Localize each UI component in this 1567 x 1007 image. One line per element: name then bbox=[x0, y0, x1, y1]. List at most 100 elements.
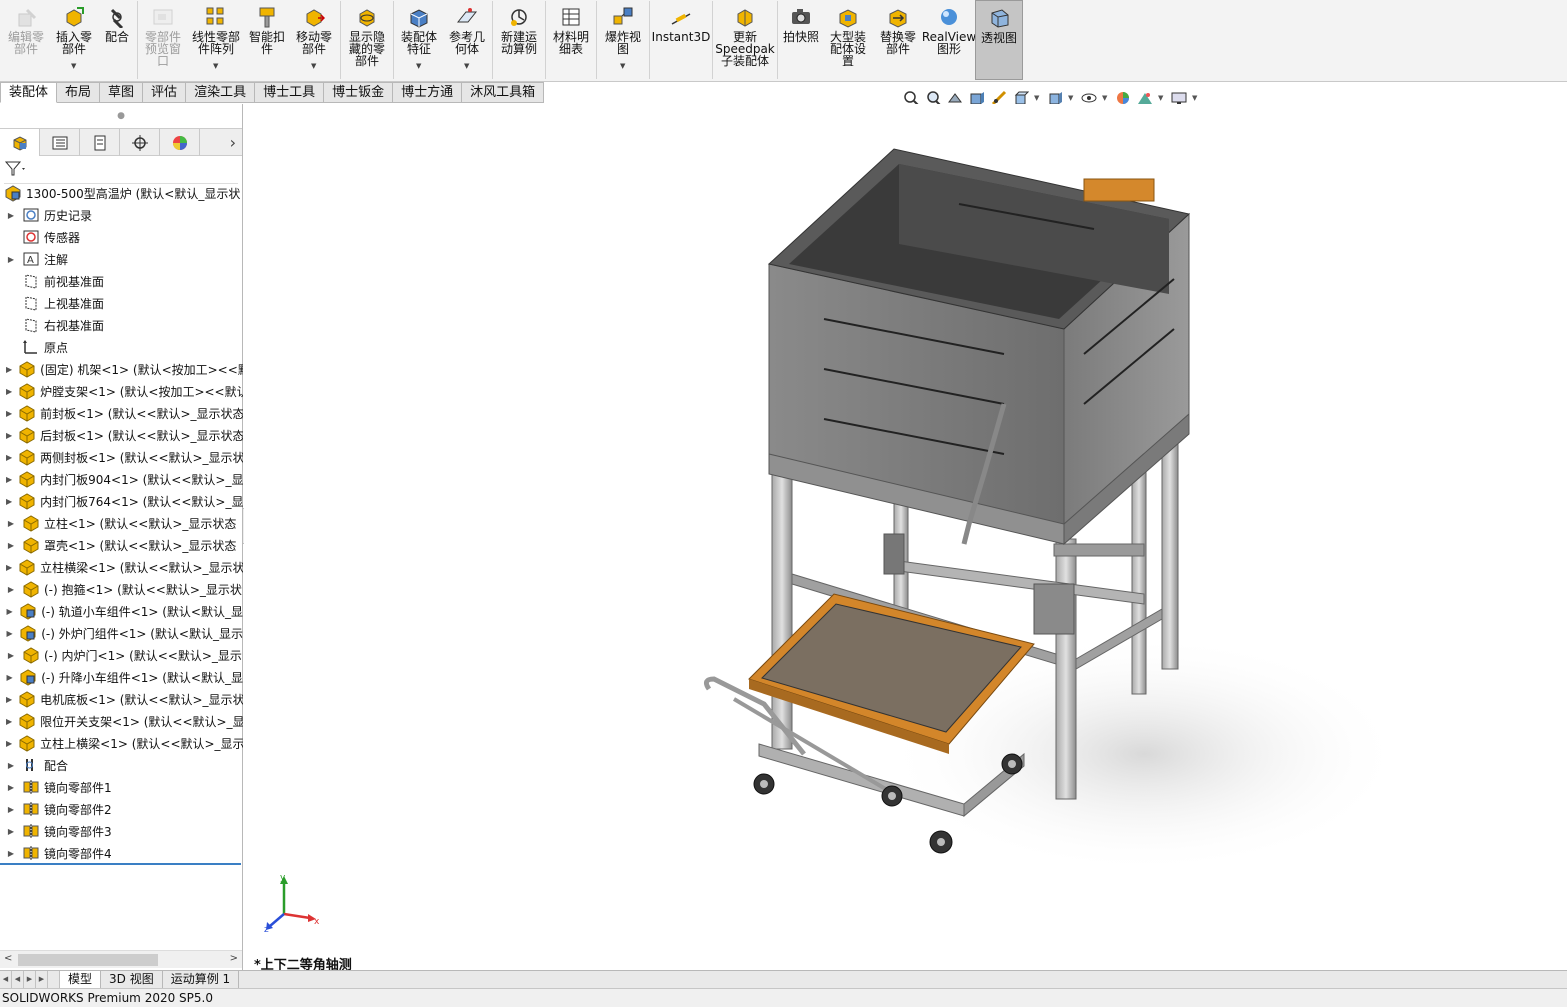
tree-item-26[interactable]: ▶ 镜向零部件1 bbox=[0, 776, 243, 798]
rollback-bar[interactable] bbox=[0, 863, 241, 865]
chevron-down-icon[interactable]: ▼ bbox=[213, 60, 218, 72]
configuration-manager-tab[interactable] bbox=[80, 129, 120, 156]
tab-0[interactable]: 装配体 bbox=[0, 82, 58, 103]
furnace-assembly-model[interactable] bbox=[244, 104, 1567, 970]
ribbon-button-0[interactable]: 编辑零 部件 bbox=[2, 0, 50, 80]
expand-arrow-icon[interactable]: ▶ bbox=[6, 629, 13, 638]
tree-item-28[interactable]: ▶ 镜向零部件3 bbox=[0, 820, 243, 842]
expand-arrow-icon[interactable]: ▶ bbox=[6, 453, 12, 462]
tree-item-8[interactable]: ▶ 炉膛支架<1> (默认<按加工><<默认 bbox=[0, 380, 243, 402]
chevron-down-icon[interactable]: ▼ bbox=[1102, 94, 1110, 102]
expand-arrow-icon[interactable]: ▶ bbox=[6, 805, 16, 814]
tree-item-13[interactable]: ▶ 内封门板764<1> (默认<<默认>_显 bbox=[0, 490, 243, 512]
filter-icon[interactable] bbox=[4, 160, 26, 181]
tree-item-15[interactable]: ▶ 罩壳<1> (默认<<默认>_显示状态 bbox=[0, 534, 243, 556]
chevron-down-icon[interactable]: ▼ bbox=[1068, 94, 1076, 102]
tree-item-17[interactable]: ▶ (-) 抱箍<1> (默认<<默认>_显示状 bbox=[0, 578, 243, 600]
tab-motion-study[interactable]: 运动算例 1 bbox=[163, 971, 240, 988]
ribbon-button-12[interactable]: 爆炸视 图 ▼ bbox=[598, 0, 648, 80]
chevron-down-icon[interactable]: ▼ bbox=[1034, 94, 1042, 102]
tree-item-25[interactable]: ▶ 配合 bbox=[0, 754, 243, 776]
expand-arrow-icon[interactable]: ▶ bbox=[6, 651, 16, 660]
expand-arrow-icon[interactable]: ▶ bbox=[6, 783, 16, 792]
tab-6[interactable]: 博士钣金 bbox=[324, 82, 394, 103]
chevron-down-icon[interactable]: ▼ bbox=[620, 60, 625, 72]
tab-model[interactable]: 模型 bbox=[60, 971, 102, 988]
chevron-right-icon[interactable]: > bbox=[230, 953, 238, 964]
tree-item-0[interactable]: ▶ 历史记录 bbox=[0, 204, 243, 226]
tree-item-27[interactable]: ▶ 镜向零部件2 bbox=[0, 798, 243, 820]
expand-arrow-icon[interactable]: ▶ bbox=[6, 849, 16, 858]
tree-item-20[interactable]: ▶ (-) 内炉门<1> (默认<<默认>_显示 bbox=[0, 644, 243, 666]
expand-arrow-icon[interactable]: ▶ bbox=[6, 761, 16, 770]
panel-grip[interactable]: ● bbox=[0, 104, 242, 128]
expand-arrow-icon[interactable]: ▶ bbox=[6, 695, 12, 704]
expand-arrow-icon[interactable]: ▶ bbox=[6, 541, 16, 550]
tree-item-11[interactable]: ▶ 两侧封板<1> (默认<<默认>_显示状 bbox=[0, 446, 243, 468]
tab-3d-view[interactable]: 3D 视图 bbox=[101, 971, 163, 988]
graphics-area[interactable]: y x z *上下二等角轴测 bbox=[244, 104, 1567, 970]
horizontal-scrollbar[interactable]: < > bbox=[0, 950, 242, 968]
property-manager-tab[interactable] bbox=[40, 129, 80, 156]
tree-item-18[interactable]: ▶ (-) 轨道小车组件<1> (默认<默认_显 bbox=[0, 600, 243, 622]
expand-arrow-icon[interactable]: ▶ bbox=[6, 497, 12, 506]
ribbon-button-19[interactable]: 透视图 bbox=[975, 0, 1023, 80]
tree-item-1[interactable]: 传感器 bbox=[0, 226, 243, 248]
tab-4[interactable]: 渲染工具 bbox=[186, 82, 256, 103]
chevron-down-icon[interactable]: ▼ bbox=[464, 60, 469, 72]
chevron-down-icon[interactable]: ▼ bbox=[1158, 94, 1166, 102]
ribbon-button-4[interactable]: 线性零部 件阵列 ▼ bbox=[187, 0, 245, 80]
tree-item-24[interactable]: ▶ 立柱上横梁<1> (默认<<默认>_显示 bbox=[0, 732, 243, 754]
tree-item-19[interactable]: ▶ (-) 外炉门组件<1> (默认<默认_显示 bbox=[0, 622, 243, 644]
chevron-right-icon[interactable]: › bbox=[200, 129, 242, 155]
chevron-down-icon[interactable]: ▼ bbox=[1192, 94, 1200, 102]
tree-item-4[interactable]: 上视基准面 bbox=[0, 292, 243, 314]
ribbon-button-18[interactable]: RealView 图形 bbox=[922, 0, 976, 80]
ribbon-button-1[interactable]: 插入零 部件 ▼ bbox=[50, 0, 98, 80]
ribbon-button-16[interactable]: 大型装 配体设 置 bbox=[823, 0, 873, 80]
tab-3[interactable]: 评估 bbox=[143, 82, 187, 103]
ribbon-button-5[interactable]: 智能扣 件 bbox=[245, 0, 289, 80]
ribbon-button-17[interactable]: 替换零 部件 bbox=[873, 0, 923, 80]
ribbon-button-14[interactable]: 更新 Speedpak 子装配体 bbox=[714, 0, 776, 80]
expand-arrow-icon[interactable]: ▶ bbox=[6, 255, 16, 264]
tree-item-16[interactable]: ▶ 立柱横梁<1> (默认<<默认>_显示状 bbox=[0, 556, 243, 578]
expand-arrow-icon[interactable]: ▶ bbox=[6, 409, 12, 418]
ribbon-button-15[interactable]: 拍快照 bbox=[779, 0, 823, 80]
expand-arrow-icon[interactable]: ▶ bbox=[6, 211, 16, 220]
expand-arrow-icon[interactable]: ▶ bbox=[6, 431, 12, 440]
expand-arrow-icon[interactable]: ▶ bbox=[6, 717, 12, 726]
tree-item-3[interactable]: 前视基准面 bbox=[0, 270, 243, 292]
expand-arrow-icon[interactable]: ▶ bbox=[6, 585, 16, 594]
expand-arrow-icon[interactable]: ▶ bbox=[6, 365, 12, 374]
expand-arrow-icon[interactable]: ▶ bbox=[6, 563, 12, 572]
feature-manager-tab[interactable] bbox=[0, 129, 40, 156]
tree-item-14[interactable]: ▶ 立柱<1> (默认<<默认>_显示状态 bbox=[0, 512, 243, 534]
ribbon-button-6[interactable]: 移动零 部件 ▼ bbox=[289, 0, 339, 80]
tree-item-2[interactable]: ▶ A 注解 bbox=[0, 248, 243, 270]
ribbon-button-7[interactable]: 显示隐 藏的零 部件 bbox=[342, 0, 392, 80]
display-manager-tab[interactable] bbox=[160, 129, 200, 156]
tree-item-10[interactable]: ▶ 后封板<1> (默认<<默认>_显示状态 bbox=[0, 424, 243, 446]
expand-arrow-icon[interactable]: ▶ bbox=[6, 519, 16, 528]
tree-item-7[interactable]: ▶ (固定) 机架<1> (默认<按加工><<默 bbox=[0, 358, 243, 380]
tree-item-12[interactable]: ▶ 内封门板904<1> (默认<<默认>_显 bbox=[0, 468, 243, 490]
dimxpert-manager-tab[interactable] bbox=[120, 129, 160, 156]
chevron-down-icon[interactable]: ▼ bbox=[416, 60, 421, 72]
tab-2[interactable]: 草图 bbox=[100, 82, 144, 103]
expand-arrow-icon[interactable]: ▶ bbox=[6, 387, 12, 396]
tab-1[interactable]: 布局 bbox=[57, 82, 101, 103]
chevron-down-icon[interactable]: ▼ bbox=[311, 60, 316, 72]
last-tab-icon[interactable]: ▶ bbox=[36, 971, 48, 988]
tree-item-22[interactable]: ▶ 电机底板<1> (默认<<默认>_显示状 bbox=[0, 688, 243, 710]
tree-item-9[interactable]: ▶ 前封板<1> (默认<<默认>_显示状态 bbox=[0, 402, 243, 424]
tab-8[interactable]: 沐风工具箱 bbox=[462, 82, 545, 103]
chevron-left-icon[interactable]: < bbox=[4, 953, 12, 964]
expand-arrow-icon[interactable]: ▶ bbox=[6, 739, 12, 748]
tab-7[interactable]: 博士方通 bbox=[393, 82, 463, 103]
expand-arrow-icon[interactable]: ▶ bbox=[6, 827, 16, 836]
tree-item-29[interactable]: ▶ 镜向零部件4 bbox=[0, 842, 243, 864]
expand-arrow-icon[interactable]: ▶ bbox=[6, 673, 13, 682]
ribbon-button-2[interactable]: 配合 bbox=[98, 0, 136, 80]
tab-5[interactable]: 博士工具 bbox=[255, 82, 325, 103]
